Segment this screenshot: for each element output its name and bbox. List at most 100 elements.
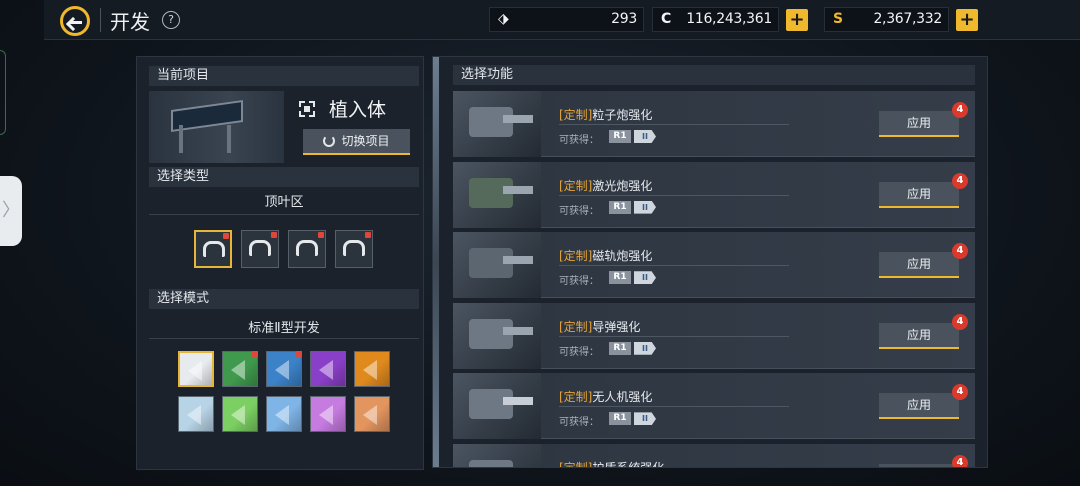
title-separator	[100, 8, 101, 32]
function-title: 导弹强化	[592, 319, 641, 334]
count-badge: 4	[952, 384, 968, 401]
new-indicator-dot	[318, 232, 324, 238]
weapon-thumbnail	[453, 373, 541, 440]
function-card[interactable]: [定制]无人机强化 可获得： R1 II 应用 4	[453, 373, 975, 440]
new-indicator-dot	[252, 351, 258, 357]
add-credits-button[interactable]: +	[786, 9, 808, 31]
mode-slot-2[interactable]	[222, 351, 258, 387]
mode-slot-5[interactable]	[354, 351, 390, 387]
side-drawer-handle[interactable]: 〉	[0, 176, 22, 246]
parts-resource: ⬗ 293	[489, 7, 644, 32]
gain-label: 可获得：	[559, 346, 599, 358]
weapon-thumbnail	[453, 302, 541, 369]
function-card[interactable]: [定制]激光炮强化 可获得： R1 II 应用 4	[453, 161, 975, 228]
page-title: 开发	[110, 10, 150, 34]
parts-icon: ⬗	[498, 11, 509, 27]
implant-device-image	[149, 91, 284, 163]
type-slot-3[interactable]	[288, 230, 326, 268]
mode-emblem-icon	[188, 361, 202, 381]
function-name: [定制]激光炮强化	[559, 177, 652, 194]
right-panel[interactable]: 选择功能 [定制]粒子炮强化 可获得： R1 II 应用 4 [定制]激光炮强化 可获得： R1…	[432, 56, 988, 468]
back-arrow-icon[interactable]	[60, 6, 90, 36]
mode-slot-9[interactable]	[310, 396, 346, 432]
function-card[interactable]: [定制]磁轨炮强化可获得： R1 II 应用 4	[453, 232, 975, 299]
apply-button[interactable]: 应用	[879, 393, 959, 420]
select-mode-heading: 选择模式	[149, 289, 419, 309]
help-icon[interactable]: ?	[162, 11, 180, 29]
function-name: [定制]粒子炮强化	[559, 106, 652, 123]
custom-tag: [定制]	[559, 390, 593, 405]
function-name: [定制]无人机强化	[559, 388, 652, 405]
apply-button[interactable]: 应用	[879, 111, 959, 137]
apply-button[interactable]: 应用	[879, 252, 959, 279]
count-badge: 4	[952, 172, 968, 189]
function-title: 护盾系统强化	[592, 461, 665, 468]
new-indicator-dot	[223, 233, 229, 239]
select-type-heading: 选择类型	[149, 167, 419, 187]
title-underline	[559, 335, 789, 337]
mode-slot-8[interactable]	[266, 396, 302, 432]
title-underline	[559, 194, 789, 196]
gain-label: 可获得：	[559, 205, 599, 217]
left-panel: 当前项目 植入体 切换项目 选择类型 顶叶区 选择模式 标准Ⅱ型开发	[136, 56, 424, 470]
mode-slot-7[interactable]	[222, 396, 258, 432]
mode-slot-3[interactable]	[266, 351, 302, 387]
rank-badge: R1	[609, 271, 631, 285]
custom-tag: [定制]	[559, 249, 593, 264]
function-title: 无人机强化	[592, 390, 653, 405]
mode-slot-6[interactable]	[178, 396, 214, 432]
rank-badge: R1	[609, 412, 631, 426]
title-underline	[559, 406, 789, 408]
apply-button[interactable]: 应用	[879, 464, 959, 467]
type-slot-4[interactable]	[335, 230, 373, 268]
type-slot-2[interactable]	[241, 230, 279, 268]
switch-project-button[interactable]: 切换项目	[303, 129, 410, 155]
implant-part-icon	[249, 240, 271, 256]
silver-resource: S 2,367,332 +	[824, 7, 978, 32]
mode-emblem-icon	[319, 360, 333, 380]
function-card[interactable]: [定制]导弹强化 可获得： R1 II 应用 4	[453, 302, 975, 369]
silver-value: 2,367,332	[873, 11, 942, 27]
custom-tag: [定制]	[559, 178, 593, 193]
current-project-heading: 当前项目	[149, 66, 419, 86]
mode-emblem-icon	[363, 405, 377, 425]
weapon-thumbnail	[453, 444, 541, 467]
apply-button[interactable]: 应用	[879, 322, 959, 349]
new-indicator-dot	[271, 232, 277, 238]
title-underline	[559, 124, 789, 125]
mode-emblem-icon	[187, 405, 201, 425]
mode-emblem-icon	[319, 405, 333, 425]
new-indicator-dot	[296, 351, 302, 357]
top-bar: 开发 ? ⬗ 293 C 116,243,361 + S 2,367,332 +	[44, 0, 1080, 40]
custom-tag: [定制]	[559, 319, 593, 334]
gain-label: 可获得：	[559, 417, 599, 429]
count-badge: 4	[952, 455, 968, 467]
level-tag: II	[634, 271, 656, 285]
count-badge: 4	[952, 243, 968, 260]
function-card[interactable]: [定制]粒子炮强化 可获得： R1 II 应用 4	[453, 91, 975, 157]
mode-slot-4[interactable]	[310, 351, 346, 387]
function-title: 粒子炮强化	[592, 108, 653, 122]
side-drawer-handle-top[interactable]	[0, 50, 6, 135]
function-card[interactable]: [定制]护盾系统强化可获得：R1II应用4	[453, 444, 975, 468]
target-icon	[299, 101, 315, 117]
type-subtitle: 顶叶区	[264, 195, 304, 210]
gain-label: 可获得：	[559, 276, 599, 288]
add-silver-button[interactable]: +	[956, 9, 978, 31]
rank-badge: R1	[609, 200, 631, 214]
new-indicator-dot	[365, 232, 371, 238]
apply-button[interactable]: 应用	[879, 181, 959, 208]
weapon-thumbnail	[453, 161, 541, 228]
mode-slot-10[interactable]	[354, 396, 390, 432]
rank-badge: R1	[609, 130, 631, 143]
scroll-accent-bar	[433, 57, 439, 467]
type-divider	[149, 214, 419, 215]
mode-slot-1[interactable]	[178, 351, 214, 387]
mode-emblem-icon	[231, 360, 245, 380]
function-name: [定制]磁轨炮强化	[559, 247, 652, 264]
gain-label: 可获得：	[559, 135, 599, 146]
parts-value: 293	[611, 11, 637, 27]
implant-part-icon	[296, 240, 318, 256]
function-title: 磁轨炮强化	[592, 249, 653, 264]
type-slot-1[interactable]	[194, 230, 232, 268]
